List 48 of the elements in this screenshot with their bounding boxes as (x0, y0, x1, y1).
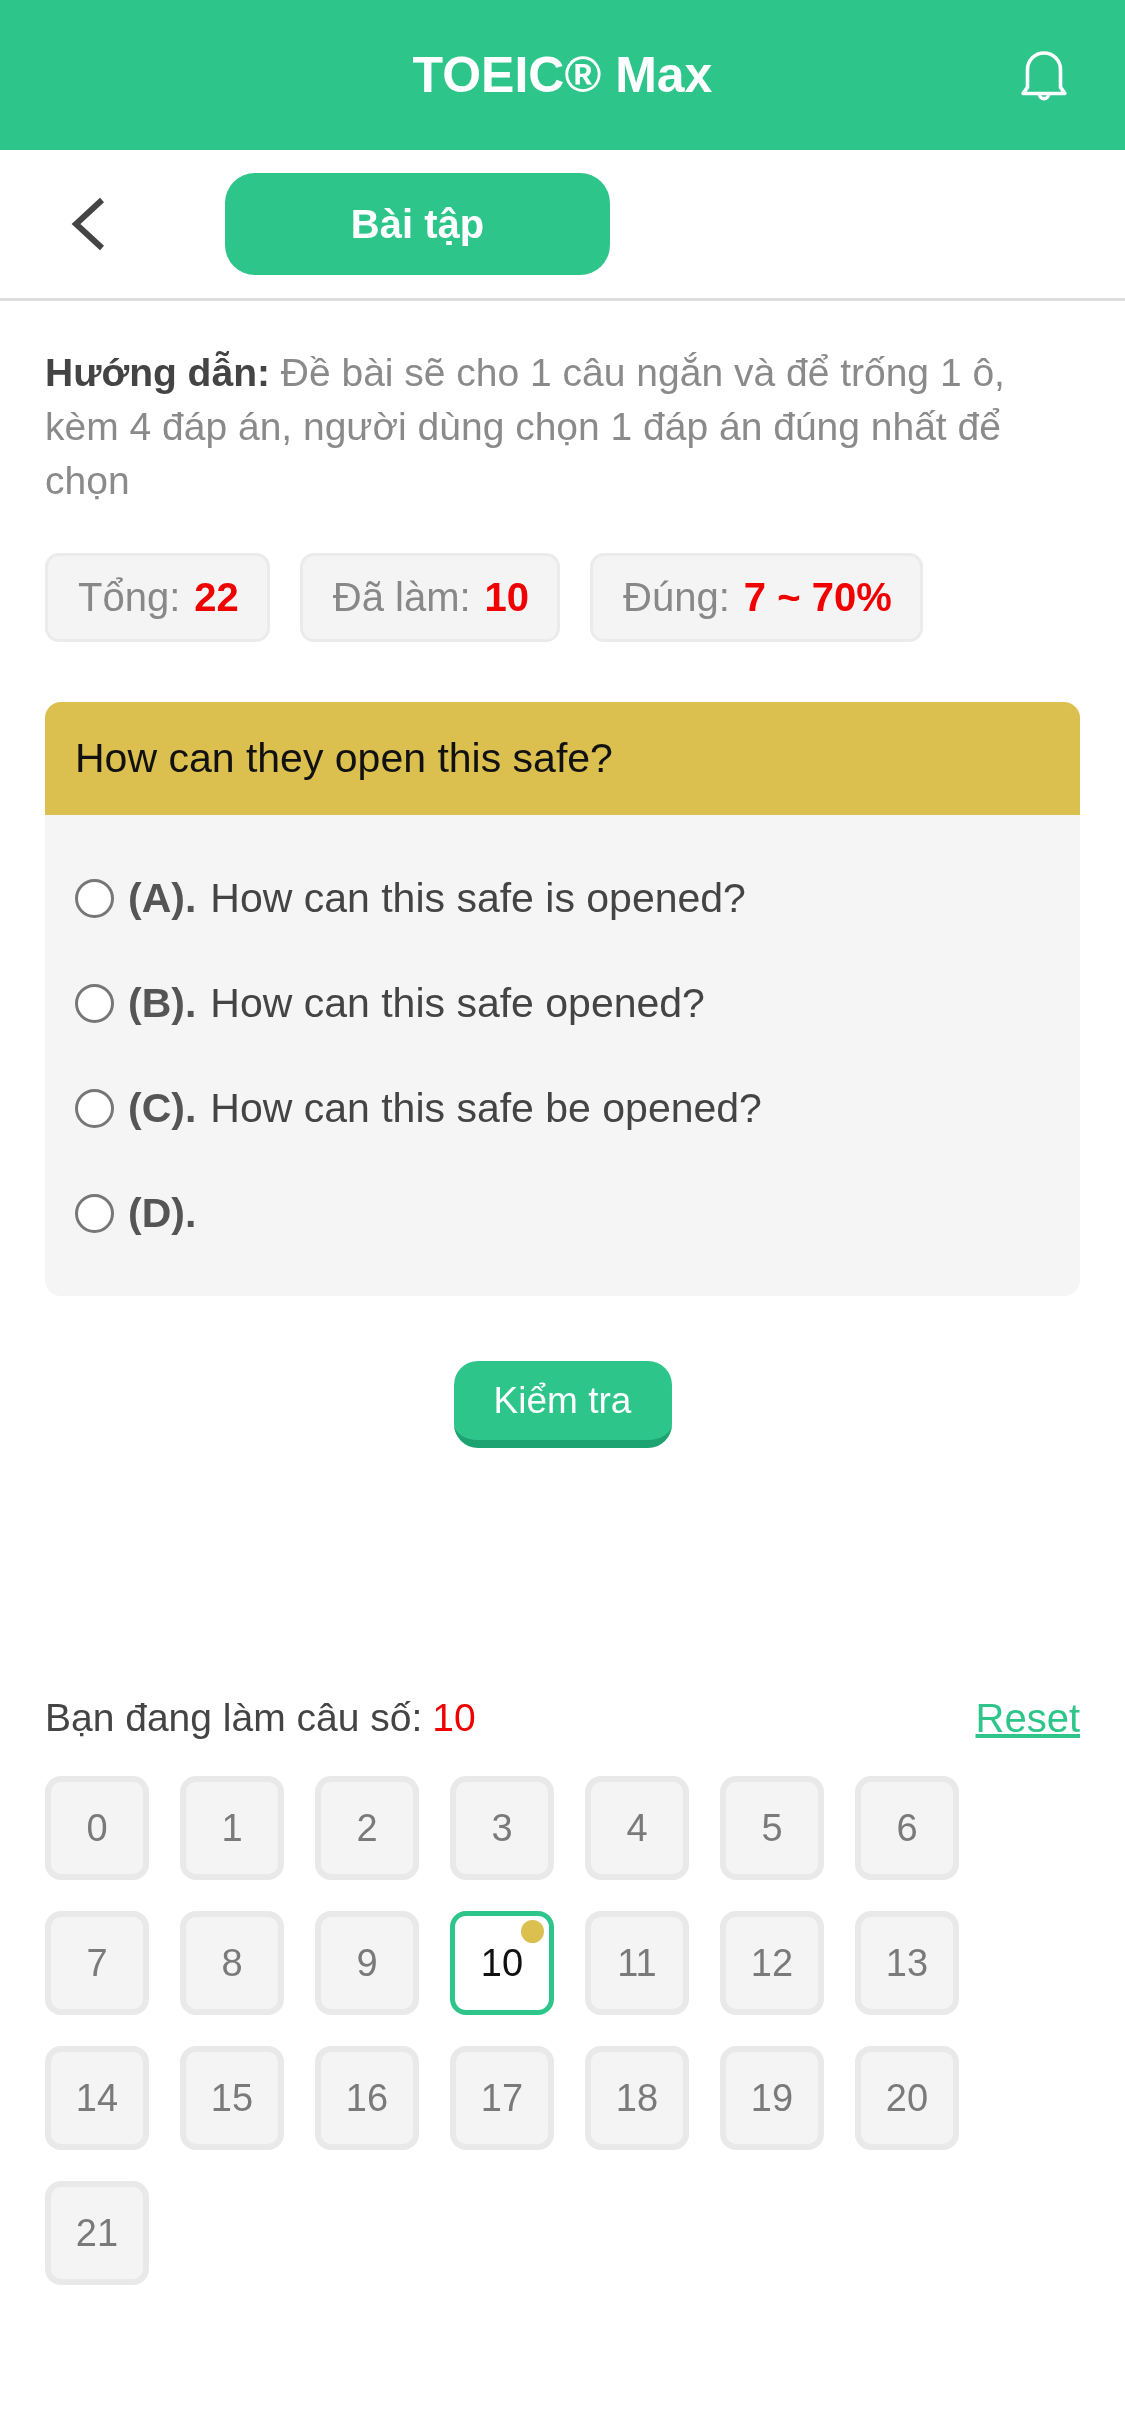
stat-label: Tổng: (78, 575, 181, 620)
option-letter: (D). (128, 1190, 197, 1237)
instructions-text: Hướng dẫn: Đề bài sẽ cho 1 câu ngắn và để trống 1 ô, kèm 4 đáp án, người dùng chọn 1 đáp án đúng nhất để chọn (45, 350, 1006, 504)
question-number-button[interactable]: 16 (315, 2046, 419, 2150)
question-number-button[interactable]: 6 (855, 1776, 959, 1880)
radio-button[interactable] (75, 1194, 114, 1233)
back-icon[interactable] (70, 196, 106, 252)
option-letter: (A). (128, 875, 197, 922)
question-number-button[interactable]: 5 (720, 1776, 824, 1880)
stat-label: Đã làm: (332, 575, 471, 620)
stat-value: 22 (194, 575, 239, 620)
question-prompt: How can they open this safe? (45, 702, 1080, 815)
check-button[interactable]: Kiểm tra (453, 1361, 672, 1448)
option-text: How can this safe be opened? (210, 1085, 762, 1132)
question-number-button[interactable]: 7 (45, 1911, 149, 2015)
stat-value: 7 ~ 70% (743, 575, 892, 620)
question-number-button[interactable]: 0 (45, 1776, 149, 1880)
option-letter: (C). (128, 1085, 197, 1132)
question-number-button[interactable]: 1 (180, 1776, 284, 1880)
question-number-button[interactable]: 2 (315, 1776, 419, 1880)
question-number-button[interactable]: 9 (315, 1911, 419, 2015)
question-number-button[interactable]: 21 (45, 2181, 149, 2285)
option-text: How can this safe opened? (210, 980, 705, 1027)
app-title: TOEIC® Max (412, 46, 713, 104)
option-letter: (B). (128, 980, 197, 1027)
current-question-number: 10 (432, 1696, 476, 1740)
question-number-button[interactable]: 13 (855, 1911, 959, 2015)
question-number-button[interactable]: 10 (450, 1911, 554, 2015)
question-number-button[interactable]: 19 (720, 2046, 824, 2150)
stat-label: Đúng: (623, 575, 730, 620)
current-question-label: Bạn đang làm câu số: (45, 1696, 423, 1740)
question-number-button[interactable]: 15 (180, 2046, 284, 2150)
exercise-tab-button[interactable]: Bài tập (225, 173, 610, 275)
question-number-button[interactable]: 11 (585, 1911, 689, 2015)
question-number-button[interactable]: 18 (585, 2046, 689, 2150)
option-text: How can this safe is opened? (210, 875, 746, 922)
question-number-button[interactable]: 14 (45, 2046, 149, 2150)
question-number-button[interactable]: 4 (585, 1776, 689, 1880)
radio-button[interactable] (75, 1089, 114, 1128)
radio-button[interactable] (75, 879, 114, 918)
question-number-button[interactable]: 8 (180, 1911, 284, 2015)
question-number-button[interactable]: 12 (720, 1911, 824, 2015)
stat-value: 10 (484, 575, 530, 620)
radio-button[interactable] (75, 984, 114, 1023)
question-number-button[interactable]: 20 (855, 2046, 959, 2150)
question-number-button[interactable]: 17 (450, 2046, 554, 2150)
question-number-button[interactable]: 3 (450, 1776, 554, 1880)
reset-link[interactable]: Reset (975, 1695, 1080, 1741)
